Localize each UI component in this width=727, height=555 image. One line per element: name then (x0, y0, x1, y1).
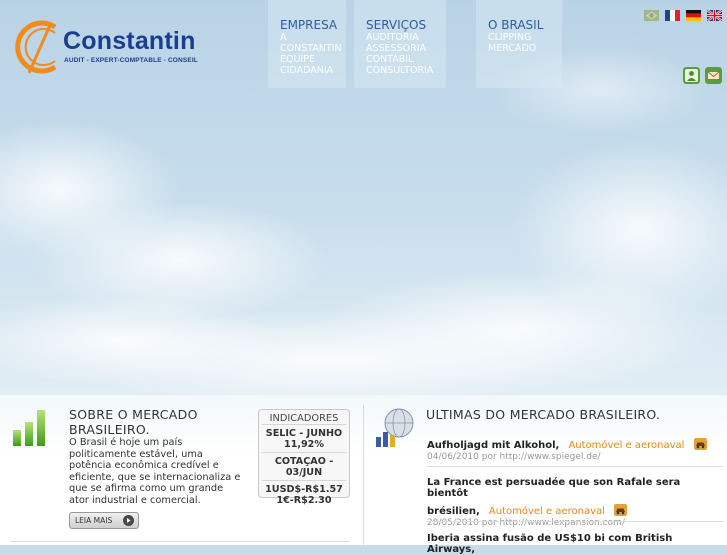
about-text-line: O Brasil é hoje um país (69, 437, 183, 448)
news-section-title: ULTIMAS DO MERCADO BRASILEIRO. (426, 407, 661, 422)
news-meta: 04/06/2010 por http://www.spiegel.de/ (427, 452, 601, 462)
nav-obrasil-item-clipping[interactable]: CLIPPING (488, 32, 531, 43)
nav-servicos-item-assessoria[interactable]: ASSESSORIA (366, 43, 426, 54)
indicator-value: 03/JUN (285, 467, 323, 478)
arrow-right-icon (123, 515, 134, 526)
contact-person-icon[interactable] (683, 67, 700, 84)
nav-obrasil-item-mercado[interactable]: MERCADO (488, 43, 536, 54)
column-divider (363, 405, 364, 545)
indicators-heading: INDICADORES (269, 413, 339, 424)
nav-column-obrasil: O BRASIL CLIPPING MERCADO (476, 0, 562, 88)
news-category[interactable]: Automóvel e aeronaval (489, 506, 605, 517)
about-title-line1: SOBRE O MERCADO (69, 407, 198, 422)
news-category[interactable]: Automóvel e aeronaval (568, 440, 684, 451)
news-item[interactable]: Aufholjagd mit Alkohol, Automóvel e aero… (427, 433, 723, 462)
divider (427, 466, 723, 467)
car-category-icon (693, 438, 707, 450)
news-headline[interactable]: La France est persuadée que son Rafale s… (427, 477, 723, 499)
flag-uk-icon[interactable] (707, 10, 722, 21)
indicator-row: COTAÇAO - 03/JUN (262, 452, 346, 480)
indicator-row: 1USD$-R$1.57 1€-R$2.30 (262, 480, 346, 508)
indicator-value: 1€-R$2.30 (276, 495, 332, 506)
divider (427, 521, 723, 522)
about-text-line: que se afirma como um grande (69, 483, 224, 494)
nav-empresa[interactable]: EMPRESA (280, 18, 337, 32)
flag-germany-icon[interactable] (686, 10, 701, 21)
globe-chart-icon (376, 408, 414, 447)
brand-tagline: AUDIT - EXPERT-COMPTABLE - CONSEIL (64, 57, 198, 64)
indicator-label: 1USD$-R$1.57 (265, 484, 343, 495)
nav-servicos[interactable]: SERVIÇOS (366, 18, 426, 32)
about-title: SOBRE O MERCADO BRASILEIRO. (69, 407, 198, 437)
news-headline[interactable]: Iberia assina fusão de US$10 bi com Brit… (427, 533, 723, 555)
news-item[interactable]: Iberia assina fusão de US$10 bi com Brit… (427, 533, 723, 555)
bar-chart-icon (13, 410, 45, 446)
news-headline-continued[interactable]: brésilien, (427, 506, 480, 517)
indicator-label: SELIC - JUNHO (265, 428, 343, 439)
brand-name: Constantin (63, 27, 196, 55)
flag-france-icon[interactable] (665, 10, 680, 21)
read-more-label: LEIA MAIS (75, 516, 113, 525)
news-headline[interactable]: Aufholjagd mit Alkohol, (427, 440, 559, 451)
nav-servicos-item-contabil[interactable]: CONTÁBIL (366, 54, 413, 65)
nav-o-brasil[interactable]: O BRASIL (488, 18, 543, 32)
logo-mark-icon (15, 20, 57, 74)
about-text: O Brasil é hoje um país politicamente es… (69, 437, 240, 506)
nav-empresa-item-equipe[interactable]: EQUIPE (280, 54, 315, 65)
read-more-button[interactable]: LEIA MAIS (69, 512, 139, 529)
flag-brazil-icon[interactable] (644, 10, 659, 21)
nav-empresa-item-a[interactable]: A (280, 32, 287, 43)
car-category-icon (614, 504, 628, 516)
divider (10, 541, 350, 542)
news-meta: 28/05/2010 por http://www.lexpansion.com… (427, 518, 625, 528)
nav-column-empresa: EMPRESA A CONSTANTIN EQUIPE CIDADANIA (268, 0, 346, 88)
nav-servicos-item-consultoria[interactable]: CONSULTORIA (366, 65, 433, 76)
nav-empresa-item-cidadania[interactable]: CIDADANIA (280, 65, 333, 76)
indicator-label: COTAÇAO - (274, 456, 334, 467)
about-text-line: eficiente, que se internacionaliza e (69, 471, 241, 483)
indicator-value: 11,92% (284, 439, 324, 450)
nav-empresa-item-constantin[interactable]: CONSTANTIN (280, 43, 342, 54)
nav-column-servicos: SERVIÇOS AUDITORIA ASSESSORIA CONTÁBIL C… (354, 0, 446, 88)
about-text-line: potência econômica credível e (69, 460, 219, 471)
about-text-line: ator industrial e comercial. (69, 494, 201, 506)
indicator-row: SELIC - JUNHO 11,92% (262, 424, 346, 452)
email-icon[interactable] (705, 67, 722, 84)
indicators-box: INDICADORES SELIC - JUNHO 11,92% COTAÇAO… (258, 409, 350, 506)
nav-servicos-item-auditoria[interactable]: AUDITORIA (366, 32, 419, 43)
about-text-line: politicamente estável, uma (69, 448, 203, 460)
about-title-line2: BRASILEIRO. (69, 422, 150, 437)
